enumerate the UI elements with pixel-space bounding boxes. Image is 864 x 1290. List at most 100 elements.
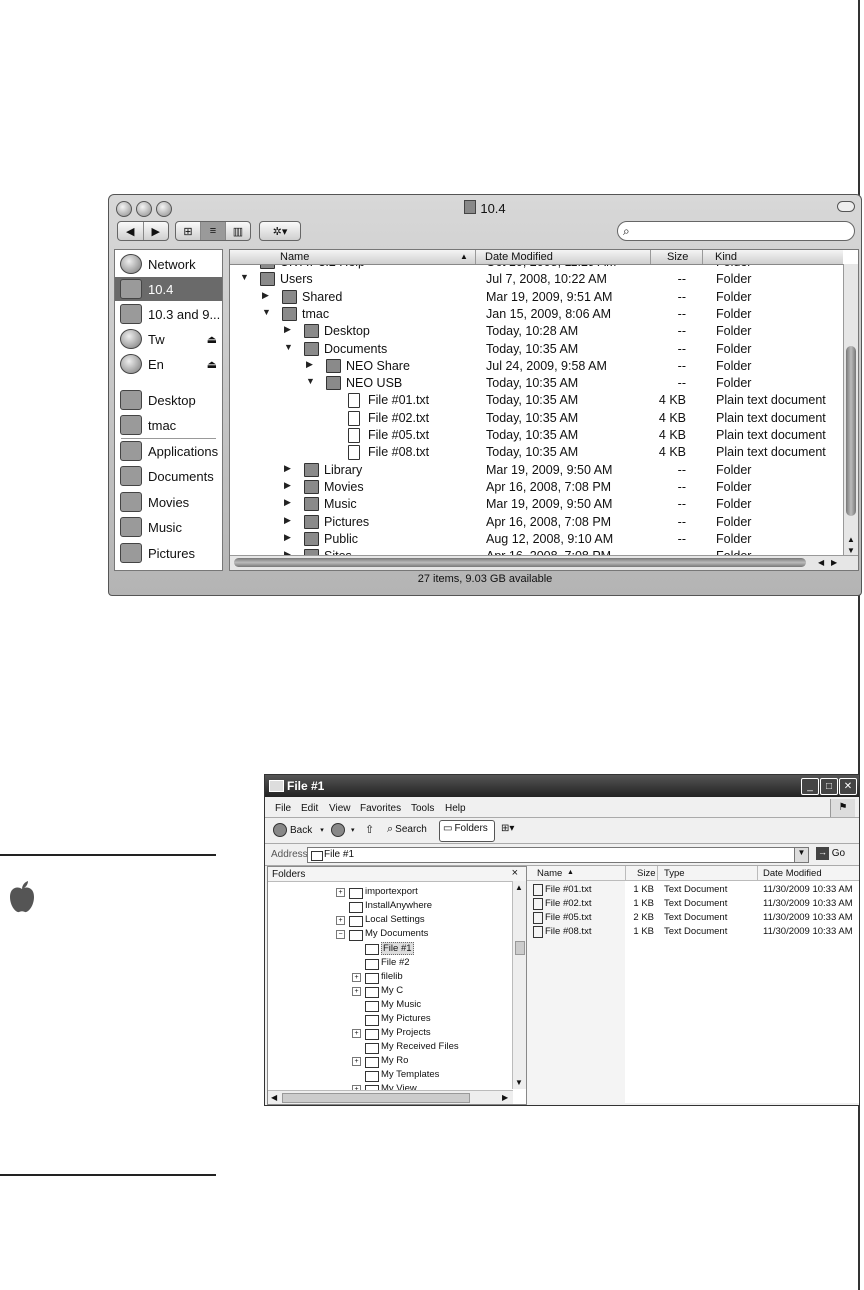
menu-file[interactable]: File	[275, 803, 291, 814]
vertical-scrollbar[interactable]: ▲ ▼	[843, 264, 858, 556]
up-folder-button[interactable]: ⇧	[365, 823, 374, 836]
chevron-down-icon[interactable]: ▼	[794, 848, 808, 862]
tree-item[interactable]: + filelib	[268, 971, 508, 985]
scroll-thumb[interactable]	[515, 941, 525, 955]
sidebar-item[interactable]: Network	[115, 252, 222, 276]
column-type[interactable]: Type	[664, 868, 685, 879]
sidebar-item[interactable]: Documents	[115, 464, 222, 488]
scroll-right-icon[interactable]: ▶	[502, 1093, 508, 1102]
sidebar-item[interactable]: tmac	[115, 413, 222, 437]
list-view-button[interactable]: ≡	[201, 222, 226, 240]
tree-item[interactable]: + My C	[268, 985, 508, 999]
menu-view[interactable]: View	[329, 803, 351, 814]
menu-tools[interactable]: Tools	[411, 803, 434, 814]
forward-button[interactable]: ▶	[144, 222, 169, 240]
tree-item[interactable]: My Templates	[268, 1069, 508, 1083]
sidebar-item[interactable]: Applications	[115, 439, 222, 463]
go-button[interactable]: → Go	[816, 847, 845, 860]
tree-item[interactable]: My Music	[268, 999, 508, 1013]
scroll-down-icon[interactable]: ▼	[847, 546, 855, 555]
scroll-left-icon[interactable]: ◀	[818, 558, 824, 567]
search-button[interactable]: ⌕ Search	[387, 823, 427, 836]
column-size[interactable]: Size	[667, 251, 688, 263]
scroll-up-icon[interactable]: ▲	[847, 535, 855, 544]
disclosure-closed-icon[interactable]: ▶	[284, 532, 291, 543]
eject-icon[interactable]: ⏏	[207, 333, 217, 346]
file-row[interactable]: File #05.txt 2 KB Text Document 11/30/2009 …	[527, 911, 859, 925]
list-row[interactable]: ▼ NEO USB Today, 10:35 AM -- Folder	[230, 375, 843, 392]
file-row[interactable]: File #08.txt 1 KB Text Document 11/30/2009 …	[527, 925, 859, 939]
address-input[interactable]: File #1 ▼	[307, 847, 809, 863]
column-name[interactable]: Name	[537, 868, 562, 879]
disclosure-open-icon[interactable]: ▼	[262, 307, 271, 317]
disclosure-closed-icon[interactable]: ▶	[306, 359, 313, 370]
disclosure-closed-icon[interactable]: ▶	[284, 463, 291, 474]
column-size[interactable]: Size	[637, 868, 655, 879]
disclosure-closed-icon[interactable]: ▶	[262, 290, 269, 301]
tree-item[interactable]: + My Projects	[268, 1027, 508, 1041]
disclosure-closed-icon[interactable]: ▶	[284, 324, 291, 335]
column-view-button[interactable]: ▥	[226, 222, 250, 240]
sidebar-item[interactable]: Tw ⏏	[115, 327, 222, 351]
scroll-thumb[interactable]	[282, 1093, 470, 1103]
back-button[interactable]: Back ▾	[273, 823, 324, 837]
list-row[interactable]: ▶ Shared Mar 19, 2009, 9:51 AM -- Folder	[230, 289, 843, 306]
tree-item[interactable]: + importexport	[268, 886, 508, 900]
column-kind[interactable]: Kind	[715, 251, 737, 263]
list-row[interactable]: ▼ Documents Today, 10:35 AM -- Folder	[230, 341, 843, 358]
tree-item[interactable]: − My Documents	[268, 928, 508, 942]
expand-icon[interactable]: +	[336, 888, 345, 897]
list-row[interactable]: ▶ Music Mar 19, 2009, 9:50 AM -- Folder	[230, 496, 843, 513]
menu-help[interactable]: Help	[445, 803, 466, 814]
tree-item[interactable]: File #1	[268, 942, 508, 956]
list-row[interactable]: ▼ tmac Jan 15, 2009, 8:06 AM -- Folder	[230, 306, 843, 323]
finder-titlebar[interactable]: 10.4	[109, 195, 861, 217]
forward-button[interactable]: ▾	[331, 823, 355, 837]
tree-item[interactable]: + Local Settings	[268, 914, 508, 928]
list-row[interactable]: ▶ Library Mar 19, 2009, 9:50 AM -- Folder	[230, 462, 843, 479]
eject-icon[interactable]: ⏏	[207, 358, 217, 371]
sidebar-item[interactable]: Movies	[115, 490, 222, 514]
list-row[interactable]: ▶ NEO Share Jul 24, 2009, 9:58 AM -- Folder	[230, 358, 843, 375]
column-date[interactable]: Date Modified	[763, 868, 822, 879]
close-button[interactable]: ✕	[839, 778, 857, 795]
sidebar-item[interactable]: Music	[115, 515, 222, 539]
toolbar-toggle-button[interactable]	[837, 201, 855, 212]
tree-item[interactable]: + My Ro	[268, 1055, 508, 1069]
list-row[interactable]: ▶ Movies Apr 16, 2008, 7:08 PM -- Folder	[230, 479, 843, 496]
file-row[interactable]: File #02.txt 1 KB Text Document 11/30/2009 …	[527, 897, 859, 911]
scroll-up-icon[interactable]: ▲	[515, 883, 523, 892]
collapse-icon[interactable]: −	[336, 930, 345, 940]
list-row[interactable]: ▼ Users Jul 7, 2008, 10:22 AM -- Folder	[230, 271, 843, 288]
list-row[interactable]: ▶ Desktop Today, 10:28 AM -- Folder	[230, 323, 843, 340]
views-button[interactable]: ⊞▾	[501, 823, 514, 834]
gear-icon[interactable]: ✲▾	[260, 222, 300, 240]
vertical-scrollbar[interactable]: ▲ ▼	[512, 881, 526, 1089]
column-date[interactable]: Date Modified	[485, 251, 553, 263]
column-name[interactable]: Name	[280, 251, 309, 263]
sidebar-item[interactable]: Desktop	[115, 388, 222, 412]
sidebar-item[interactable]: Pictures	[115, 541, 222, 565]
horizontal-scrollbar[interactable]: ◀ ▶	[230, 555, 858, 570]
expand-icon[interactable]: +	[352, 1029, 361, 1038]
list-row[interactable]: File #05.txt Today, 10:35 AM 4 KB Plain tex…	[230, 427, 843, 444]
list-row[interactable]: File #02.txt Today, 10:35 AM 4 KB Plain tex…	[230, 410, 843, 427]
scroll-right-icon[interactable]: ▶	[831, 558, 837, 567]
search-field[interactable]: ⌕	[617, 221, 855, 241]
disclosure-closed-icon[interactable]: ▶	[284, 515, 291, 526]
icon-view-button[interactable]: ⊞	[176, 222, 201, 240]
close-icon[interactable]: ×	[512, 867, 518, 879]
sidebar-splitter[interactable]	[222, 249, 228, 569]
sidebar-item[interactable]: 10.4	[115, 277, 222, 301]
expand-icon[interactable]: +	[352, 972, 361, 982]
disclosure-open-icon[interactable]: ▼	[284, 342, 293, 352]
expand-icon[interactable]: +	[336, 916, 345, 926]
menu-edit[interactable]: Edit	[301, 803, 318, 814]
scroll-down-icon[interactable]: ▼	[515, 1078, 523, 1087]
horizontal-scrollbar[interactable]: ◀ ▶	[268, 1090, 513, 1104]
list-row[interactable]: File #01.txt Today, 10:35 AM 4 KB Plain tex…	[230, 392, 843, 409]
explorer-titlebar[interactable]: File #1 _ □ ✕	[265, 775, 859, 797]
disclosure-open-icon[interactable]: ▼	[306, 376, 315, 386]
tree-item[interactable]: My Pictures	[268, 1013, 508, 1027]
minimize-button[interactable]: _	[801, 778, 819, 795]
